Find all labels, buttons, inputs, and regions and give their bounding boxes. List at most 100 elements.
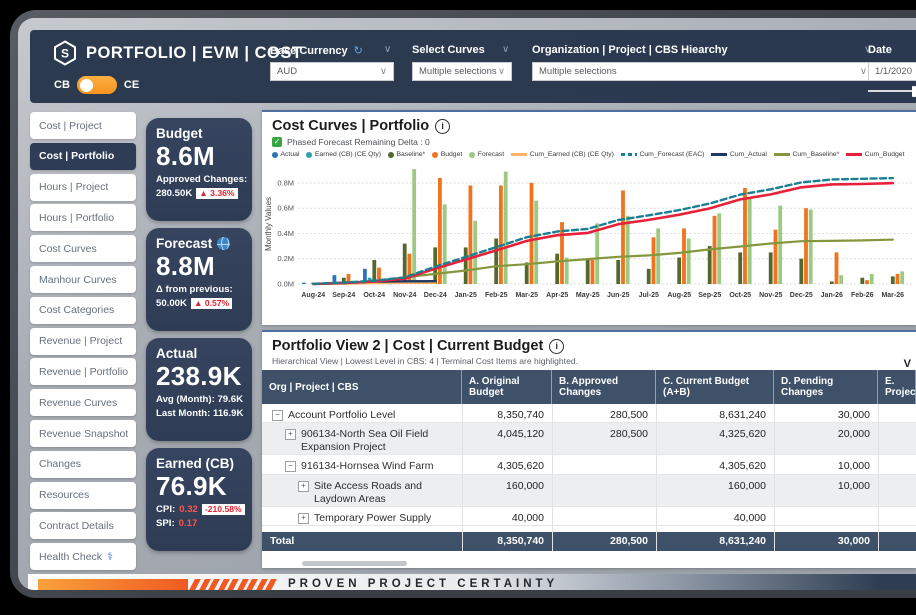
legend-item-cum-actual[interactable]: Cum_Actual <box>711 151 767 158</box>
delta-badge: ▲ 0.57% <box>191 298 232 309</box>
sidebar-item-changes[interactable]: Changes <box>30 451 136 478</box>
filter-collapse-chevron-icon[interactable]: ∨ <box>384 44 391 55</box>
column-header-1[interactable]: A. Original Budget <box>462 370 552 404</box>
table-panel-title: Portfolio View 2 | Cost | Current Budget <box>272 338 543 354</box>
column-header-5[interactable]: E. Projec <box>878 370 916 404</box>
sidebar-item-label: Revenue Snapshot <box>39 428 128 440</box>
sidebar-item-health-check[interactable]: Health Check ⚕ <box>30 543 136 570</box>
horizontal-scrollbar[interactable] <box>302 561 407 566</box>
sidebar-item-label: Hours | Project <box>39 181 108 193</box>
table-row[interactable]: +Site Access Roads and Laydown Areas160,… <box>262 475 916 507</box>
svg-text:0.8M: 0.8M <box>277 178 294 187</box>
sidebar-item-resources[interactable]: Resources <box>30 482 136 509</box>
row-label: Temporary Power Supply <box>314 512 431 525</box>
app-window: S PORTFOLIO | EVM | COST CB CE Base Curr… <box>10 10 916 598</box>
chart-svg: 0.0M0.2M0.4M0.6M0.8MMonthly ValuesAug-24… <box>262 158 914 312</box>
sidebar-item-label: Health Check <box>39 551 102 563</box>
legend-marker-icon <box>846 153 862 155</box>
delta-badge: -210.58% <box>202 504 245 515</box>
sidebar-item-label: Changes <box>39 458 81 470</box>
filter-collapse-chevron-icon[interactable]: ∨ <box>502 44 509 55</box>
legend-item-cum-budget[interactable]: Cum_Budget <box>846 151 904 158</box>
sidebar-item-cost-curves[interactable]: Cost Curves <box>30 235 136 262</box>
cell-a: 8,350,740 <box>462 404 552 422</box>
kpi-subline: Approved Changes: <box>156 174 242 185</box>
globe-icon <box>217 237 230 250</box>
toggle-knob[interactable] <box>80 79 93 92</box>
svg-text:Mar-26: Mar-26 <box>881 292 904 299</box>
sidebar-item-revenue-portfolio[interactable]: Revenue | Portfolio <box>30 358 136 385</box>
collapse-icon[interactable]: − <box>272 410 283 421</box>
legend-item-forecast[interactable]: Forecast <box>469 151 504 158</box>
svg-text:Oct-24: Oct-24 <box>363 292 385 299</box>
checkbox-checked-icon[interactable]: ✓ <box>272 137 282 147</box>
kpi-title: Earned (CB) <box>156 456 234 471</box>
sidebar-item-label: Cost Categories <box>39 304 114 316</box>
legend-item-earned-cb-ce-qty-[interactable]: Earned (CB) (CE Qty) <box>306 151 381 158</box>
table-row[interactable]: +906134-North Sea Oil Field Expansion Pr… <box>262 423 916 455</box>
cell-e <box>878 423 916 454</box>
filter-dropdown-2[interactable]: Multiple selections∨ <box>532 62 874 81</box>
filter-dropdown-1[interactable]: Multiple selections∨ <box>412 62 512 81</box>
date-slider-track[interactable] <box>868 90 916 92</box>
column-header-3[interactable]: C. Current Budget (A+B) <box>656 370 774 404</box>
currency-refresh-icon[interactable]: ↻ <box>354 44 363 57</box>
total-d: 30,000 <box>774 532 878 551</box>
sidebar-item-label: Revenue | Project <box>39 335 122 347</box>
sidebar-item-revenue-snapshot[interactable]: Revenue Snapshot <box>30 420 136 447</box>
legend-item-actual[interactable]: Actual <box>272 151 299 158</box>
cell-a: 4,045,120 <box>462 423 552 454</box>
sidebar-item-cost-project[interactable]: Cost | Project <box>30 112 136 139</box>
filter-value: 1/1/2020 <box>875 66 912 77</box>
column-header-4[interactable]: D. Pending Changes <box>774 370 878 404</box>
sidebar-item-hours-project[interactable]: Hours | Project <box>30 174 136 201</box>
legend-item-baseline-[interactable]: Baseline* <box>388 151 425 158</box>
column-header-2[interactable]: B. Approved Changes <box>552 370 656 404</box>
footer-banner: PROVEN PROJECT CERTAINTY <box>28 574 916 590</box>
kpi-subtext: 50.00K <box>156 298 187 309</box>
cell-a: 4,305,620 <box>462 455 552 473</box>
table-row[interactable]: −Account Portfolio Level8,350,740280,500… <box>262 404 916 423</box>
sidebar-item-label: Revenue | Portfolio <box>39 366 128 378</box>
sidebar-item-hours-portfolio[interactable]: Hours | Portfolio <box>30 204 136 231</box>
kpi-subtext: Approved Changes: <box>156 174 247 185</box>
legend-item-cum-forecast-eac-[interactable]: Cum_Forecast (EAC) <box>621 151 704 158</box>
legend-marker-icon <box>272 152 278 158</box>
expand-icon[interactable]: + <box>298 513 309 524</box>
filter-dropdown-3[interactable]: 1/1/2020 <box>868 62 916 81</box>
legend-item-cum-earned-cb-ce-qty-[interactable]: Cum_Earned (CB) (CE Qty) <box>511 151 614 158</box>
kpi-subline: Δ from previous: <box>156 284 242 295</box>
stethoscope-icon: ⚕ <box>107 550 113 563</box>
date-slider-handle[interactable] <box>912 86 916 97</box>
legend-item-cum-baseline-[interactable]: Cum_Baseline* <box>774 151 839 158</box>
sidebar-item-revenue-project[interactable]: Revenue | Project <box>30 328 136 355</box>
total-b: 280,500 <box>552 532 656 551</box>
kpi-card-budget: Budget8.6MApproved Changes:280.50K▲ 3.36… <box>146 118 252 221</box>
sidebar-item-revenue-curves[interactable]: Revenue Curves <box>30 389 136 416</box>
legend-item-budget[interactable]: Budget <box>432 151 462 158</box>
kpi-subline: 280.50K▲ 3.36% <box>156 188 242 199</box>
delta-badge: ▲ 3.36% <box>196 188 237 199</box>
sidebar-item-cost-categories[interactable]: Cost Categories <box>30 297 136 324</box>
sidebar-item-manhour-curves[interactable]: Manhour Curves <box>30 266 136 293</box>
table-row[interactable]: −916134-Hornsea Wind Farm4,305,6204,305,… <box>262 455 916 474</box>
svg-text:Sep-24: Sep-24 <box>332 292 355 299</box>
info-icon[interactable]: i <box>435 119 450 134</box>
sidebar-item-contract-details[interactable]: Contract Details <box>30 512 136 539</box>
table-header-row: Org | Project | CBSA. Original BudgetB. … <box>262 370 916 404</box>
expand-icon[interactable]: + <box>298 481 309 492</box>
info-icon[interactable]: i <box>549 339 564 354</box>
filter-dropdown-0[interactable]: AUD∨ <box>270 62 394 81</box>
expand-icon[interactable]: + <box>285 429 296 440</box>
table-row[interactable]: +Temporary Power Supply40,00040,000 <box>262 507 916 526</box>
cell-c: 160,000 <box>656 475 774 506</box>
legend-label: Cum_Earned (CB) (CE Qty) <box>530 151 614 158</box>
sidebar-item-cost-portfolio[interactable]: Cost | Portfolio <box>30 143 136 170</box>
cb-ce-toggle[interactable] <box>77 76 117 94</box>
collapse-icon[interactable]: − <box>285 461 296 472</box>
cb-ce-toggle-row: CB CE <box>54 76 139 94</box>
legend-label: Cum_Forecast (EAC) <box>639 151 704 158</box>
svg-text:Oct-25: Oct-25 <box>729 292 751 299</box>
column-header-0[interactable]: Org | Project | CBS <box>262 370 462 404</box>
cell-b: 280,500 <box>552 423 656 454</box>
